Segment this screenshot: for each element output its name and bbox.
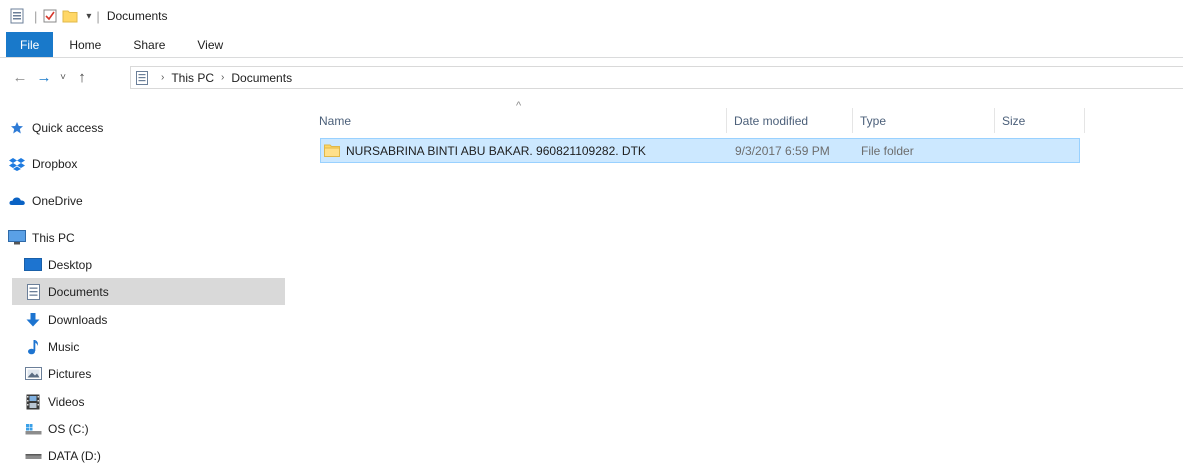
dropbox-icon: [8, 156, 26, 172]
column-header-size[interactable]: Size: [995, 108, 1085, 133]
tab-home[interactable]: Home: [53, 32, 117, 57]
new-folder-icon[interactable]: [62, 8, 78, 24]
sidebar-item-label: This PC: [32, 230, 75, 245]
file-name: NURSABRINA BINTI ABU BAKAR. 960821109282…: [346, 143, 646, 158]
sidebar-item-label: Pictures: [48, 366, 92, 381]
file-list-pane: ^ Name Date modified Type Size NURSABRIN…: [312, 98, 1183, 468]
sidebar-item-label: Quick access: [32, 120, 104, 135]
navigation-pane: Quick access Dropbox OneDrive This PC De…: [0, 104, 298, 468]
navigation-bar: ← → ˅ ↑ › This PC › Documents: [0, 62, 1183, 92]
back-button[interactable]: ←: [8, 65, 32, 89]
sidebar-item-pictures[interactable]: Pictures: [12, 360, 285, 387]
sidebar-item-label: OS (C:): [48, 421, 89, 436]
breadcrumb-separator: ›: [161, 72, 165, 83]
tab-view[interactable]: View: [181, 32, 239, 57]
drive-d-icon: [24, 448, 42, 464]
column-headers: ^ Name Date modified Type Size: [312, 100, 1087, 133]
sidebar-item-desktop[interactable]: Desktop: [12, 251, 285, 278]
file-type: File folder: [861, 143, 914, 158]
sidebar-item-label: Desktop: [48, 257, 93, 272]
checkmark-icon[interactable]: [42, 8, 58, 24]
sidebar-item-os-c[interactable]: OS (C:): [12, 415, 285, 442]
sidebar-item-downloads[interactable]: Downloads: [12, 306, 285, 333]
tab-share[interactable]: Share: [117, 32, 181, 57]
sidebar-item-label: Music: [48, 339, 80, 354]
column-header-date-modified[interactable]: Date modified: [727, 108, 853, 133]
sidebar-item-label: Downloads: [48, 312, 108, 327]
desktop-icon: [24, 257, 42, 273]
drive-c-icon: [24, 421, 42, 437]
sidebar-item-label: Documents: [48, 284, 109, 299]
folder-icon: [324, 144, 340, 157]
window-title: Documents: [106, 9, 168, 23]
up-button[interactable]: ↑: [70, 65, 94, 89]
computer-icon: [8, 230, 26, 246]
sidebar-item-label: OneDrive: [32, 193, 83, 208]
sidebar-item-label: DATA (D:): [48, 448, 101, 463]
divider: |: [34, 8, 38, 24]
table-row[interactable]: NURSABRINA BINTI ABU BAKAR. 960821109282…: [320, 138, 1080, 163]
tab-file[interactable]: File: [6, 32, 54, 57]
forward-button[interactable]: →: [32, 65, 56, 89]
star-icon: [8, 120, 26, 136]
divider: |: [96, 8, 100, 24]
videos-icon: [24, 394, 42, 410]
sidebar-item-label: Videos: [48, 394, 85, 409]
column-header-name[interactable]: Name: [312, 108, 727, 133]
onedrive-icon: [8, 193, 26, 209]
sidebar-item-quick-access[interactable]: Quick access: [8, 114, 297, 141]
sidebar-item-documents[interactable]: Documents: [12, 278, 285, 305]
title-bar: | ▾ | Documents: [0, 0, 1183, 32]
file-date-modified: 9/3/2017 6:59 PM: [735, 143, 830, 158]
sidebar-item-this-pc[interactable]: This PC: [8, 224, 297, 251]
address-bar[interactable]: › This PC › Documents: [130, 66, 1183, 89]
music-icon: [24, 339, 42, 355]
sidebar-item-videos[interactable]: Videos: [12, 388, 285, 415]
sidebar-item-dropbox[interactable]: Dropbox: [8, 150, 297, 177]
sidebar-item-label: Dropbox: [32, 156, 78, 171]
file-name-cell: NURSABRINA BINTI ABU BAKAR. 960821109282…: [321, 139, 646, 162]
recent-locations-button[interactable]: ˅: [56, 65, 70, 89]
breadcrumb-documents[interactable]: Documents: [231, 71, 292, 85]
sidebar-item-data-d[interactable]: DATA (D:): [12, 442, 285, 468]
documents-location-icon: [136, 70, 148, 85]
breadcrumb-this-pc[interactable]: This PC: [171, 71, 214, 85]
download-icon: [24, 312, 42, 328]
breadcrumb-separator: ›: [221, 72, 225, 83]
documents-icon: [24, 283, 42, 300]
quick-access-dropdown[interactable]: ▾: [86, 11, 91, 22]
column-header-type[interactable]: Type: [853, 108, 995, 133]
sidebar-item-onedrive[interactable]: OneDrive: [8, 187, 297, 214]
properties-icon[interactable]: [9, 8, 25, 24]
pictures-icon: [24, 366, 42, 382]
ribbon-tabs: File Home Share View: [0, 32, 1183, 58]
sidebar-item-music[interactable]: Music: [12, 333, 285, 360]
